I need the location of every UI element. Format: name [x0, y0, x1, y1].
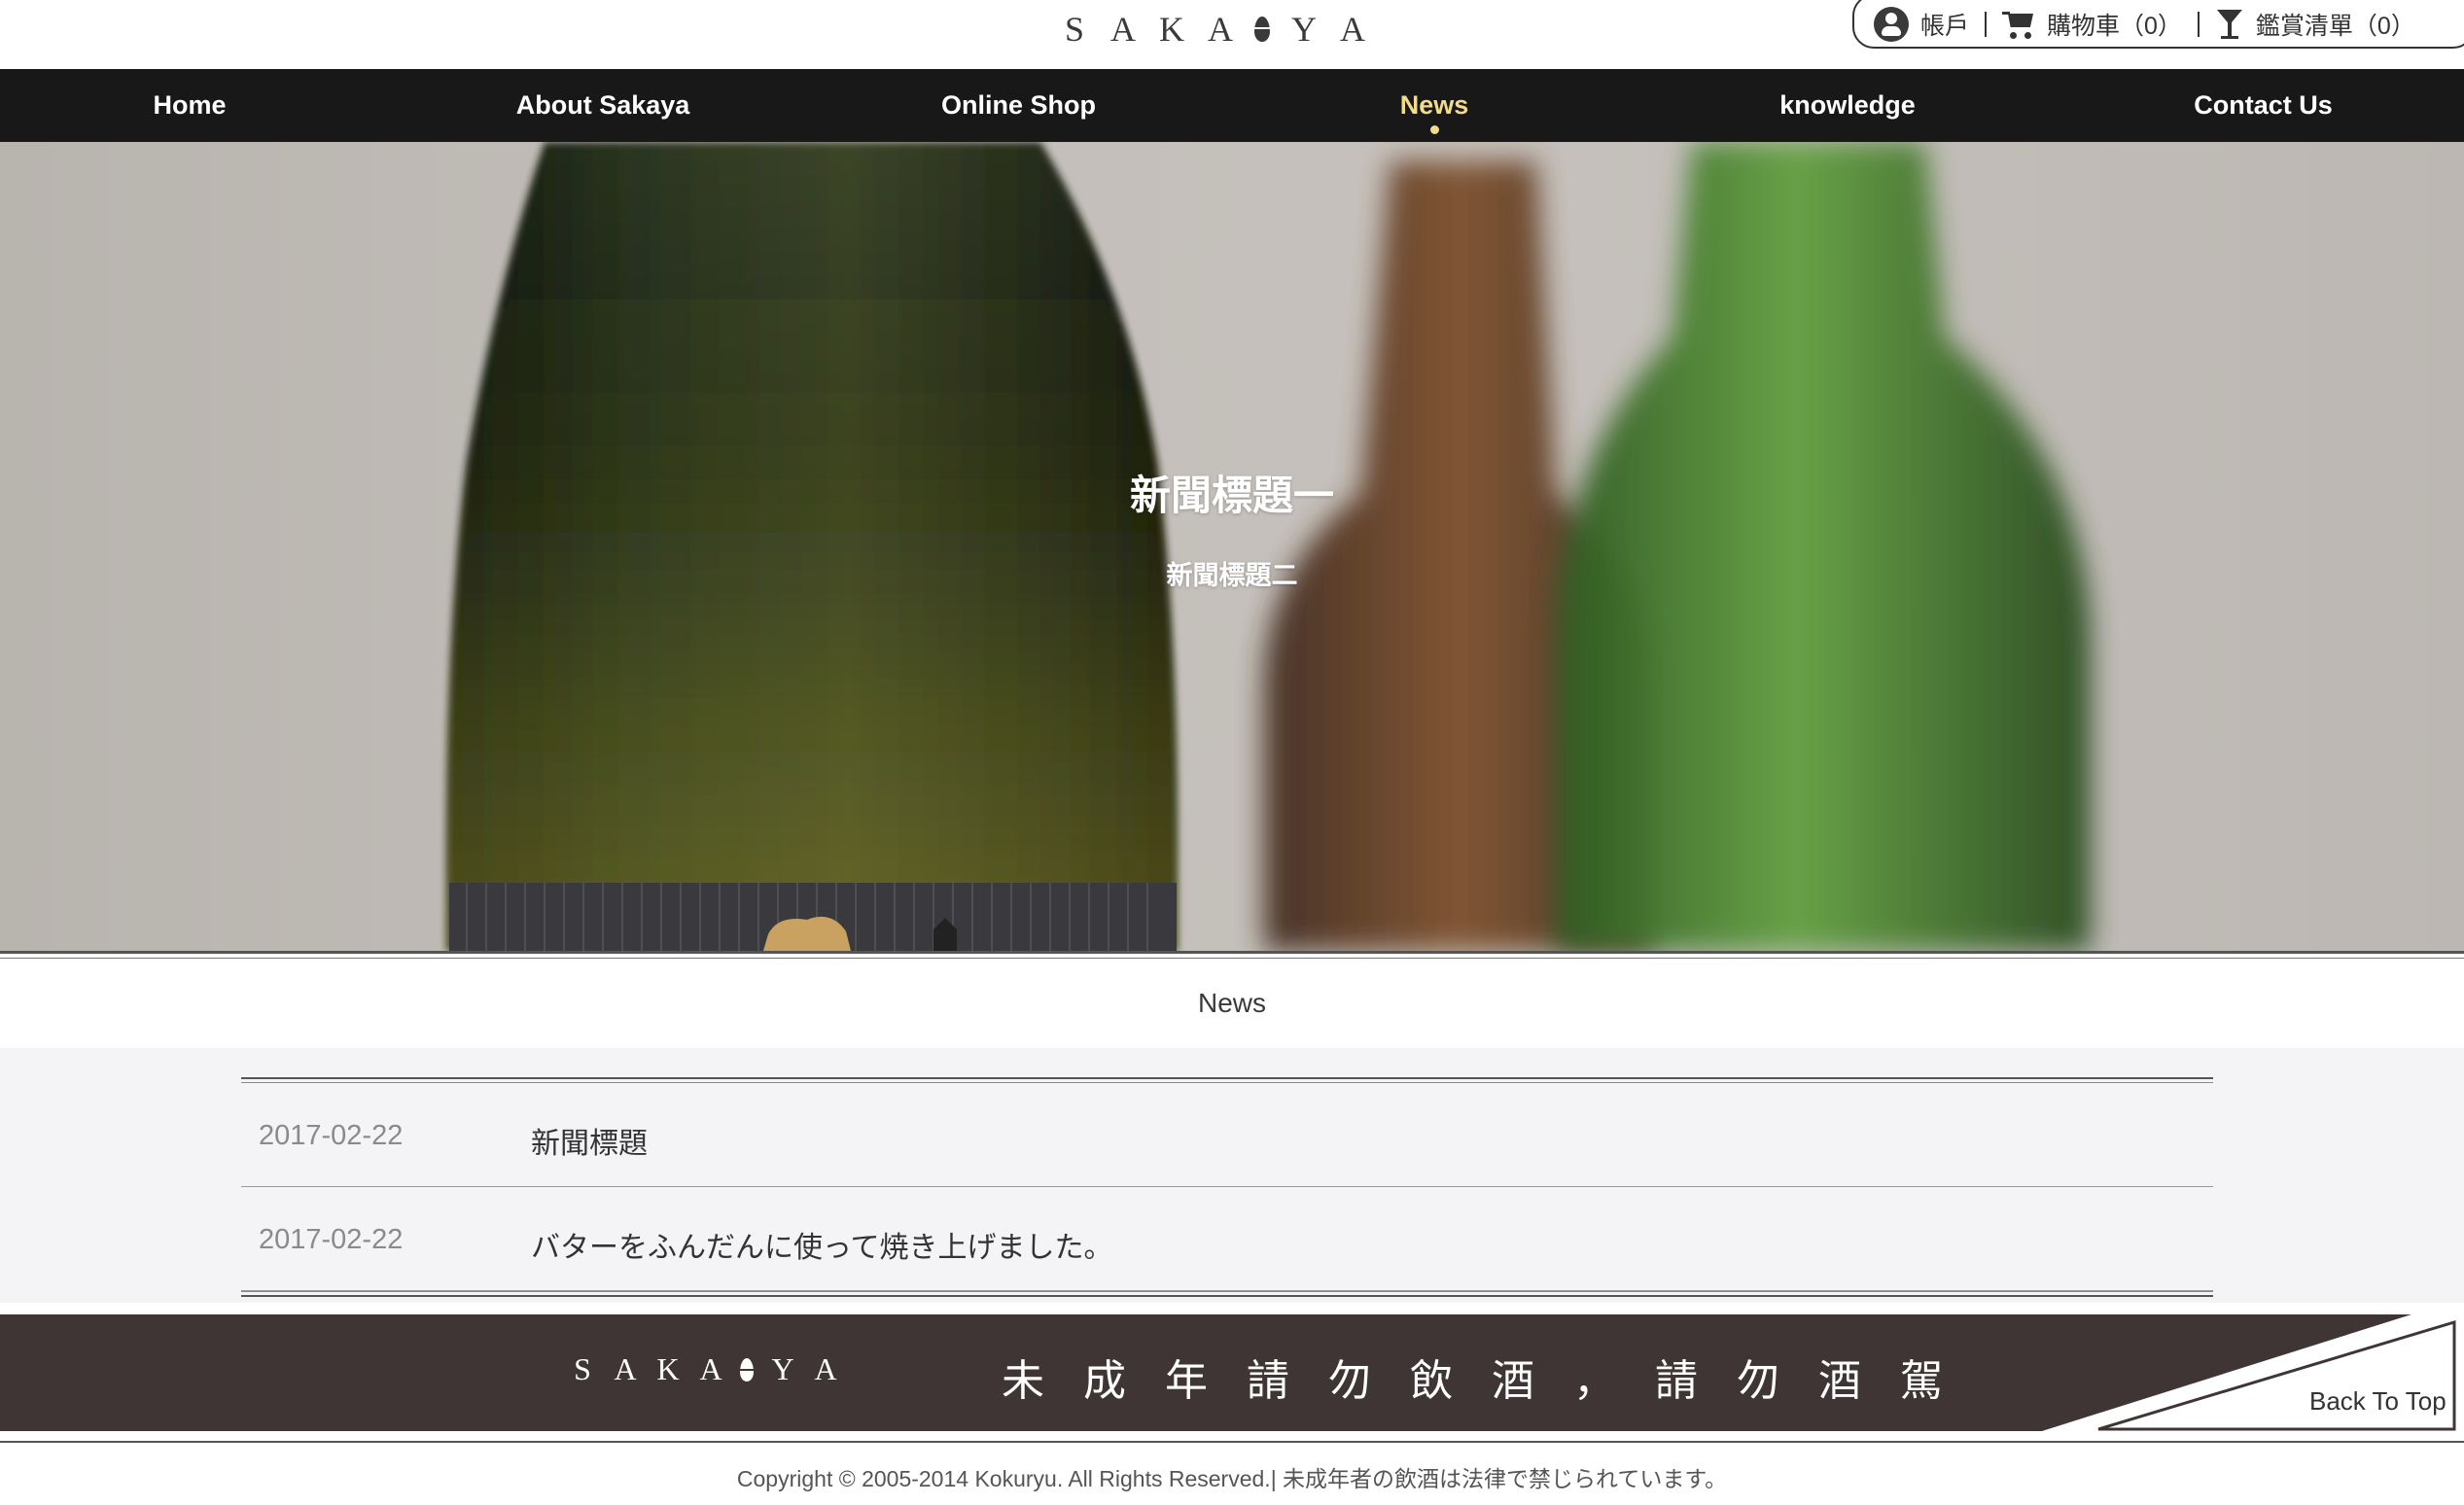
divider — [0, 1441, 2464, 1443]
divider — [241, 1077, 2213, 1079]
user-toolbar: 帳戶 購物車（0） 鑑賞清單（0） — [1852, 0, 2464, 49]
logo-letter: S — [574, 1351, 591, 1386]
news-row[interactable]: 2017-02-22 新聞標題 — [241, 1083, 2213, 1187]
logo-letter: K — [1159, 10, 1184, 49]
logo-drop-icon — [740, 1357, 754, 1382]
footer-slogan: 未成年請勿飲酒，請勿酒駕 — [1002, 1357, 1982, 1405]
account-link[interactable]: 帳戶 — [1874, 7, 1969, 42]
nav-item-news[interactable]: News — [1386, 69, 1483, 142]
logo-drop-icon — [1254, 17, 1270, 42]
logo-letter: A — [814, 1351, 837, 1386]
logo-letter: A — [699, 1351, 722, 1386]
news-date: 2017-02-22 — [259, 1120, 404, 1151]
cart-link[interactable]: 購物車（0） — [2002, 7, 2182, 42]
hero-bottles-image — [447, 142, 2091, 951]
logo-letter: Y — [771, 1351, 794, 1386]
cart-label: 購物車（0） — [2047, 13, 2182, 40]
logo-letter: A — [614, 1351, 637, 1386]
nav-item-online-shop[interactable]: Online Shop — [924, 69, 1113, 142]
wishlist-link[interactable]: 鑑賞清單（0） — [2215, 7, 2415, 42]
wishlist-label: 鑑賞清單（0） — [2255, 13, 2415, 40]
user-icon — [1874, 7, 1909, 42]
nav-item-home[interactable]: Home — [126, 69, 253, 142]
news-title-link[interactable]: バターをふんだんに使って焼き上げました。 — [531, 1223, 1113, 1266]
account-label: 帳戶 — [1920, 13, 1970, 40]
divider — [241, 1295, 2213, 1297]
active-indicator — [1430, 125, 1439, 134]
news-date: 2017-02-22 — [259, 1224, 404, 1255]
nav-item-contact[interactable]: Contact Us — [2183, 69, 2343, 142]
hero-title: 新聞標題一 — [1129, 472, 1334, 518]
copyright-text: Copyright © 2005-2014 Kokuryu. All Right… — [736, 1466, 1728, 1491]
divider — [0, 951, 2464, 954]
logo-letter: A — [1340, 10, 1365, 49]
wine-glass-icon — [2215, 8, 2244, 41]
cart-icon — [2002, 8, 2035, 41]
nav-item-knowledge[interactable]: knowledge — [1770, 69, 1925, 142]
news-list: 2017-02-22 新聞標題 2017-02-22 バターをふんだんに使って焼… — [241, 1077, 2213, 1297]
logo-letter: A — [1110, 10, 1136, 49]
nav-item-about[interactable]: About Sakaya — [506, 69, 700, 142]
section-title: News — [1197, 988, 1266, 1018]
logo-letter: A — [1208, 10, 1233, 49]
hero-banner: 新聞標題一 新聞標題二 — [0, 142, 2464, 951]
section-header: News — [0, 959, 2464, 1048]
footer-logo: S A K A Y A — [569, 1351, 839, 1387]
logo-letter: S — [1064, 10, 1085, 49]
divider — [2197, 12, 2200, 37]
news-title-link[interactable]: 新聞標題 — [531, 1119, 648, 1162]
divider — [241, 1291, 2213, 1292]
hero-subtitle: 新聞標題二 — [1166, 561, 1298, 590]
site-logo[interactable]: S A K A Y A — [1060, 8, 1367, 51]
top-header: S A K A Y A 帳戶 購物車（0） 鑑賞清單（0） — [0, 0, 2464, 69]
logo-letter: K — [656, 1351, 680, 1386]
news-row[interactable]: 2017-02-22 バターをふんだんに使って焼き上げました。 — [241, 1187, 2213, 1291]
back-to-top-button[interactable]: Back To Top — [2309, 1386, 2446, 1417]
main-nav: Home About Sakaya Online Shop News knowl… — [0, 69, 2464, 142]
divider — [1985, 12, 1988, 37]
nav-item-label: News — [1399, 90, 1469, 120]
logo-letter: Y — [1291, 10, 1317, 49]
